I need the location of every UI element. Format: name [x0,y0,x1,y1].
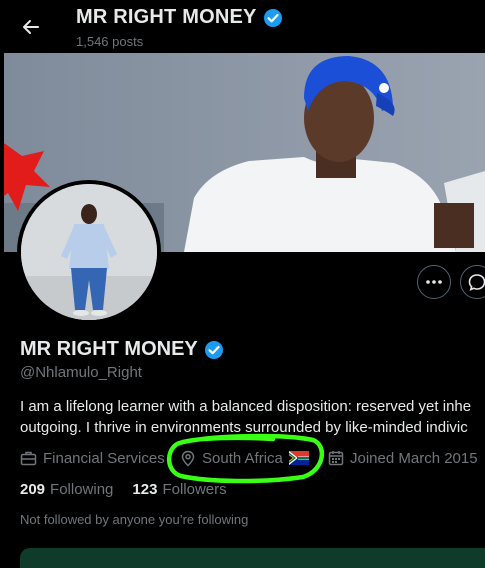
post-count: 1,546 posts [76,34,144,49]
bio-line: I am a lifelong learner with a balanced … [20,398,472,415]
following-count: 209 [20,481,46,498]
header-name: MR RIGHT MONEY [76,6,257,28]
followers-count: 123 [132,481,158,498]
category-label: Financial Services [43,449,165,467]
more-dots-icon [426,280,442,284]
briefcase-icon [20,451,37,465]
joined-label: Joined March 2015 [350,449,478,467]
back-arrow-icon [23,20,39,34]
message-icon [468,274,485,291]
avatar-photo [21,184,157,320]
followers-link[interactable]: 123 Followers [132,481,226,498]
mutual-followers-note: Not followed by anyone you’re following [20,512,249,527]
profile-header-bar: MR RIGHT MONEY 1,546 posts [0,0,485,53]
user-handle: @Nhlamulo_Right [20,364,142,381]
calendar-icon [328,451,344,466]
bottom-panel-edge [20,548,485,568]
following-label: Following [50,481,114,498]
verified-badge-icon [263,8,282,27]
verified-badge-icon[interactable] [204,340,224,360]
profile-joined: Joined March 2015 [328,448,478,468]
followers-label: Followers [162,481,227,498]
display-name: MR RIGHT MONEY [20,338,198,360]
avatar[interactable] [21,184,157,320]
follow-counts: 209 Following 123 Followers [20,481,227,498]
avatar-ring [17,180,161,324]
highlight-annotation [167,433,325,484]
header-title: MR RIGHT MONEY [76,6,283,29]
profile-name: MR RIGHT MONEY [20,338,224,361]
more-options-button[interactable] [417,265,451,299]
back-button[interactable] [14,12,48,42]
profile-category: Financial Services [20,448,165,468]
message-button[interactable] [460,265,485,299]
following-link[interactable]: 209 Following [20,481,113,498]
